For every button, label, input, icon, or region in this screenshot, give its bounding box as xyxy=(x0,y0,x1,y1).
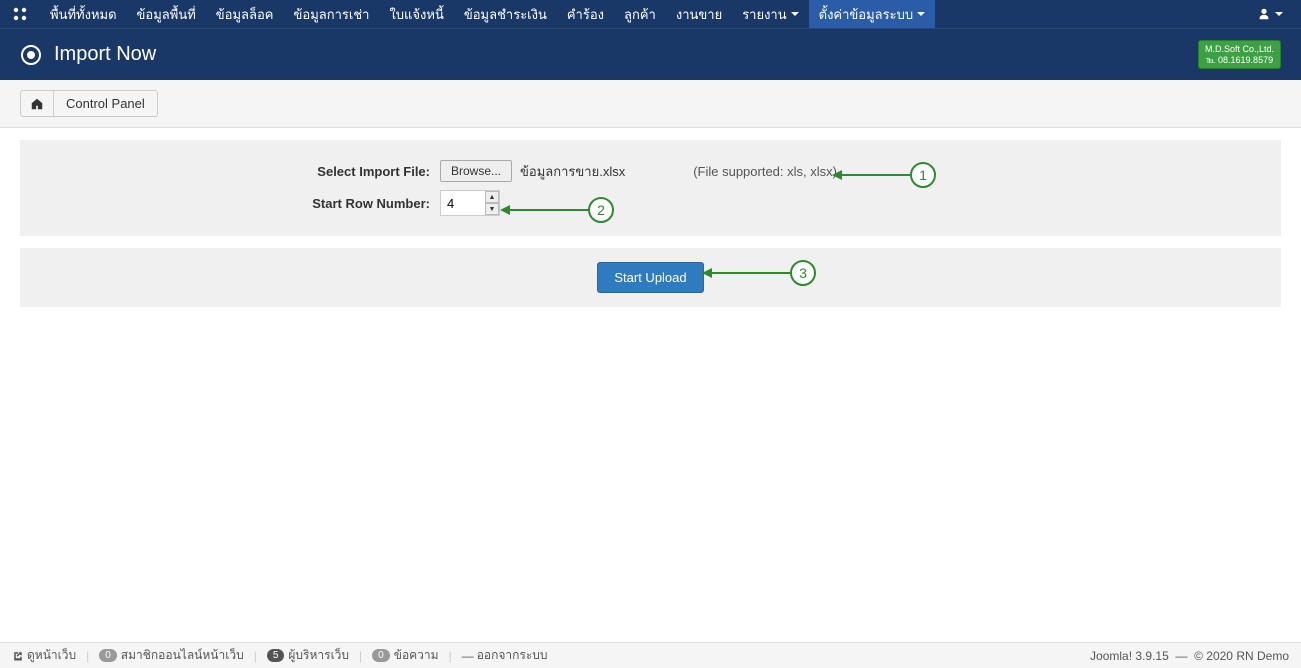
actions-panel: Start Upload xyxy=(20,248,1281,307)
visitors-badge: 0 xyxy=(99,649,117,662)
external-link-icon xyxy=(12,650,24,662)
copyright-text: © 2020 RN Demo xyxy=(1194,649,1289,663)
nav-label: ใบแจ้งหนี้ xyxy=(389,4,443,25)
link-label: ดูหน้าเว็บ xyxy=(27,646,76,665)
toolbar: Control Panel xyxy=(0,80,1301,128)
spin-down-button[interactable]: ▼ xyxy=(485,203,499,215)
label-start-row: Start Row Number: xyxy=(20,196,440,211)
home-icon xyxy=(30,97,44,111)
link-label: ออกจากระบบ xyxy=(477,646,548,665)
admins-badge: 5 xyxy=(267,649,285,662)
chevron-down-icon xyxy=(917,12,925,16)
footer-right: Joomla! 3.9.15 — © 2020 RN Demo xyxy=(1090,649,1289,663)
row-start-row: Start Row Number: ▲ ▼ xyxy=(20,190,1281,216)
form-panel: Select Import File: Browse... ข้อมูลการข… xyxy=(20,140,1281,236)
selected-filename: ข้อมูลการขาย.xlsx xyxy=(520,161,625,182)
logout-link[interactable]: — ออกจากระบบ xyxy=(462,646,548,665)
nav-item-rental-info[interactable]: ข้อมูลการเช่า xyxy=(284,0,380,28)
user-icon xyxy=(1257,7,1271,21)
messages-badge: 0 xyxy=(372,649,390,662)
chevron-down-icon xyxy=(1275,12,1283,16)
button-label: Start Upload xyxy=(614,270,686,285)
button-label: Browse... xyxy=(451,164,501,178)
start-upload-button[interactable]: Start Upload xyxy=(597,262,703,293)
visitors-link[interactable]: 0 สมาชิกออนไลน์หน้าเว็บ xyxy=(99,646,243,665)
messages-link[interactable]: 0 ข้อความ xyxy=(372,646,438,665)
nav-label: งานขาย xyxy=(676,4,722,25)
file-support-hint: (File supported: xls, xlsx) xyxy=(693,164,837,179)
link-label: ผู้บริหารเว็บ xyxy=(288,646,349,665)
nav-label: รายงาน xyxy=(742,4,786,25)
nav-item-system-settings[interactable]: ตั้งค่าข้อมูลระบบ xyxy=(809,0,936,28)
badge-line1: M.D.Soft Co.,Ltd. xyxy=(1205,44,1274,55)
badge-line2: ℡ 08.1619.8579 xyxy=(1205,55,1274,66)
link-label: ข้อความ xyxy=(394,646,439,665)
nav-label: พื้นที่ทั้งหมด xyxy=(50,4,117,25)
nav-item-sales[interactable]: งานขาย xyxy=(666,0,732,28)
target-icon xyxy=(20,44,42,66)
company-badge: M.D.Soft Co.,Ltd. ℡ 08.1619.8579 xyxy=(1198,40,1281,70)
label-select-file: Select Import File: xyxy=(20,164,440,179)
page-header: Import Now M.D.Soft Co.,Ltd. ℡ 08.1619.8… xyxy=(0,28,1301,80)
joomla-icon[interactable] xyxy=(10,4,30,24)
status-bar: ดูหน้าเว็บ | 0 สมาชิกออนไลน์หน้าเว็บ | 5… xyxy=(0,642,1301,668)
main-nav: พื้นที่ทั้งหมด ข้อมูลพื้นที่ ข้อมูลล็อค … xyxy=(40,0,935,28)
user-menu[interactable] xyxy=(1249,7,1291,21)
admins-link[interactable]: 5 ผู้บริหารเว็บ xyxy=(267,646,349,665)
nav-item-request[interactable]: คำร้อง xyxy=(557,0,614,28)
nav-label: คำร้อง xyxy=(567,4,604,25)
link-label: สมาชิกออนไลน์หน้าเว็บ xyxy=(121,646,244,665)
nav-label: ข้อมูลล็อค xyxy=(216,4,274,25)
home-button[interactable] xyxy=(20,90,54,117)
top-navbar: พื้นที่ทั้งหมด ข้อมูลพื้นที่ ข้อมูลล็อค … xyxy=(0,0,1301,28)
nav-item-report[interactable]: รายงาน xyxy=(732,0,808,28)
content-area: Select Import File: Browse... ข้อมูลการข… xyxy=(0,140,1301,307)
nav-item-lock-info[interactable]: ข้อมูลล็อค xyxy=(206,0,284,28)
nav-label: ลูกค้า xyxy=(624,4,656,25)
view-site-link[interactable]: ดูหน้าเว็บ xyxy=(12,646,76,665)
nav-label: ข้อมูลการเช่า xyxy=(294,4,370,25)
nav-item-customer[interactable]: ลูกค้า xyxy=(614,0,666,28)
nav-label: ข้อมูลชำระเงิน xyxy=(464,4,547,25)
page-title: Import Now xyxy=(54,43,156,66)
button-label: Control Panel xyxy=(66,96,145,111)
row-select-file: Select Import File: Browse... ข้อมูลการข… xyxy=(20,160,1281,182)
nav-item-payment-info[interactable]: ข้อมูลชำระเงิน xyxy=(454,0,557,28)
browse-button[interactable]: Browse... xyxy=(440,160,512,182)
spin-up-button[interactable]: ▲ xyxy=(485,191,499,203)
control-panel-button[interactable]: Control Panel xyxy=(54,90,158,117)
nav-item-area-all[interactable]: พื้นที่ทั้งหมด xyxy=(40,0,127,28)
nav-label: ข้อมูลพื้นที่ xyxy=(137,4,196,25)
version-text: Joomla! 3.9.15 xyxy=(1090,649,1169,663)
nav-item-area-info[interactable]: ข้อมูลพื้นที่ xyxy=(127,0,206,28)
nav-label: ตั้งค่าข้อมูลระบบ xyxy=(819,4,914,25)
nav-item-invoice[interactable]: ใบแจ้งหนี้ xyxy=(379,0,453,28)
chevron-down-icon xyxy=(791,12,799,16)
